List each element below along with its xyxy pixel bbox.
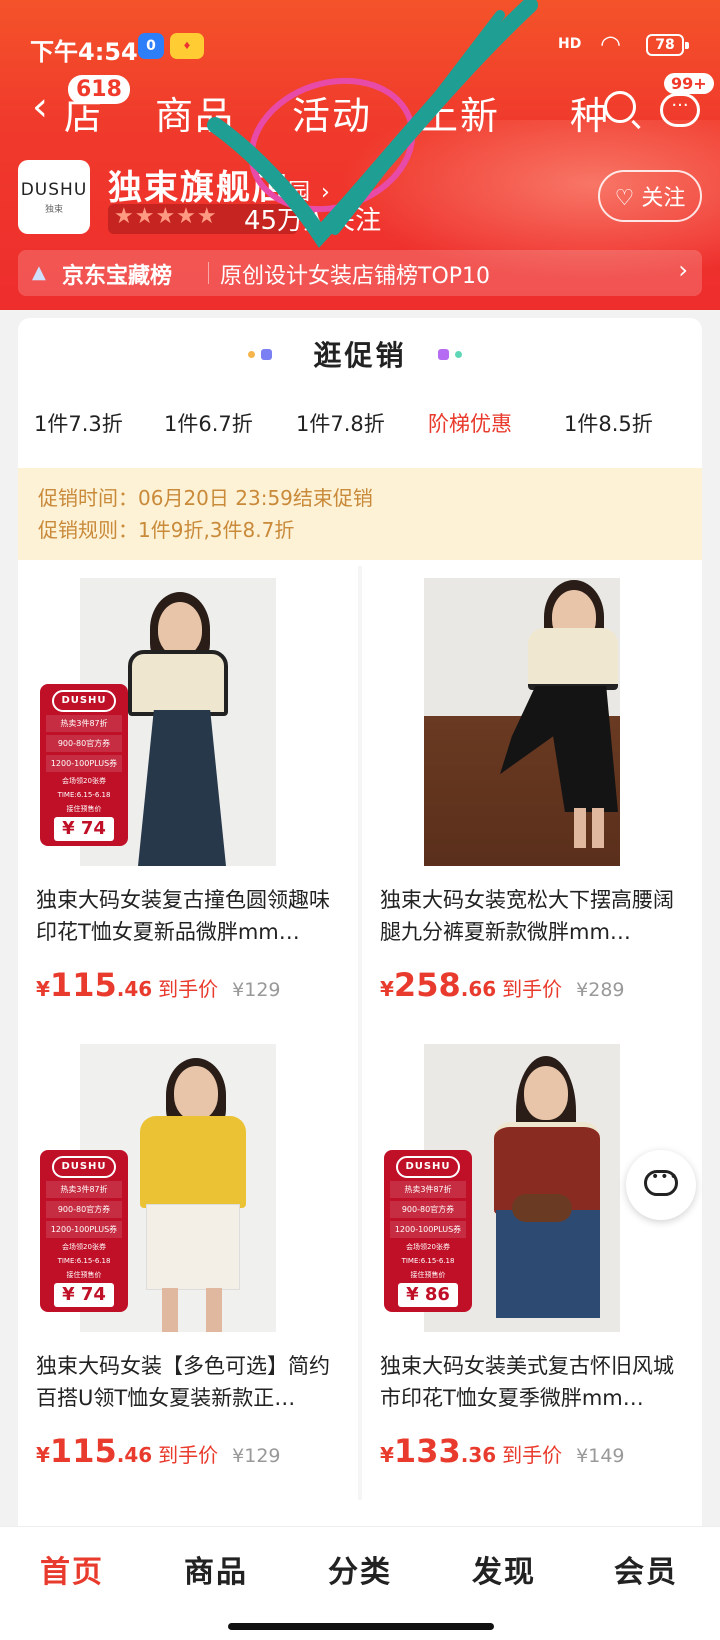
- promo-tag: DUSHU 热卖3件87折 900-80官方券 1200-100PLUS券 会场…: [40, 684, 128, 846]
- home-indicator[interactable]: [228, 1623, 494, 1630]
- discount-tab[interactable]: 1件8.5折: [564, 408, 653, 438]
- cellular-signal-icon: HD: [558, 36, 582, 52]
- discount-tab[interactable]: 1件7.8折: [296, 408, 385, 438]
- promo-info-box: 促销时间：06月20日 23:59结束促销 促销规则：1件9折,3件8.7折: [18, 468, 702, 560]
- ranking-banner[interactable]: ▲ 京东宝藏榜 原创设计女装店铺榜TOP10 ›: [18, 250, 702, 296]
- product-card[interactable]: 独束大码女装宽松大下摆高腰阔腿九分裤夏新款微胖mm… ¥258.66 到手价 ¥28…: [362, 566, 702, 1028]
- shop-header: 下午4:54 0 ♦ HD ◠ 78 ‹ 店 618 商品 活动 上新 种 ··…: [0, 0, 720, 310]
- original-price: ¥129: [232, 1445, 281, 1467]
- status-time: 下午4:54: [30, 38, 138, 66]
- shop-logo-sub: 独束: [44, 204, 63, 215]
- original-price: ¥289: [576, 979, 625, 1001]
- promo-section-title: 逛促销: [313, 339, 407, 372]
- ranking-title: 京东宝藏榜: [62, 264, 173, 289]
- follow-button[interactable]: ♡ 关注: [598, 170, 702, 222]
- notification-app-icon: 0: [138, 33, 164, 59]
- tab-new-arrivals[interactable]: 上新: [420, 85, 500, 140]
- bottom-navigation: 首页 商品 分类 发现 会员: [0, 1526, 720, 1640]
- ranking-divider: [208, 262, 209, 284]
- discount-tab[interactable]: 1件7.3折: [34, 408, 123, 438]
- product-price: ¥115.46 到手价 ¥129: [36, 966, 281, 1004]
- chevron-right-icon: ›: [678, 256, 688, 284]
- product-title[interactable]: 独束大码女装复古撞色圆领趣味印花T恤女夏新品微胖mm…: [36, 884, 344, 948]
- more-menu-icon[interactable]: ···: [660, 93, 700, 127]
- badge-618: 618: [68, 75, 130, 104]
- bottom-tab-home[interactable]: 首页: [40, 1547, 104, 1591]
- product-card[interactable]: DUSHU 热卖3件87折 900-80官方券 1200-100PLUS券 会场…: [362, 1032, 702, 1494]
- customer-service-button[interactable]: [626, 1150, 696, 1220]
- bottom-tab-categories[interactable]: 分类: [328, 1547, 392, 1591]
- promo-tag: DUSHU 热卖3件87折 900-80官方券 1200-100PLUS券 会场…: [384, 1150, 472, 1312]
- tab-products[interactable]: 商品: [155, 85, 235, 140]
- product-card[interactable]: DUSHU 热卖3件87折 900-80官方券 1200-100PLUS券 会场…: [18, 1032, 358, 1494]
- tag-price: ¥ 74: [54, 817, 114, 841]
- back-icon[interactable]: ‹: [32, 87, 48, 127]
- product-price: ¥133.36 到手价 ¥149: [380, 1432, 625, 1470]
- promo-time: 促销时间：06月20日 23:59结束促销: [38, 486, 373, 510]
- original-price: ¥149: [576, 1445, 625, 1467]
- message-count-badge: 99+: [664, 73, 714, 94]
- bottom-tab-discover[interactable]: 发现: [472, 1547, 536, 1591]
- promo-tag: DUSHU 热卖3件87折 900-80官方券 1200-100PLUS券 会场…: [40, 1150, 128, 1312]
- shop-info: DUSHU 独束 独束旗舰店园 › ★★★★★ 45万人关注 ♡ 关注: [0, 160, 720, 240]
- ranking-text: 原创设计女装店铺榜TOP10: [220, 264, 491, 289]
- rating-stars: ★★★★★: [114, 204, 218, 229]
- notification-promo-icon: ♦: [170, 33, 204, 59]
- title-decoration-right: [438, 348, 462, 360]
- ranking-diamond-icon: ▲: [32, 262, 46, 283]
- product-title[interactable]: 独束大码女装美式复古怀旧风城市印花T恤女夏季微胖mm…: [380, 1350, 688, 1414]
- product-price: ¥258.66 到手价 ¥289: [380, 966, 625, 1004]
- discount-tab[interactable]: 1件6.7折: [164, 408, 253, 438]
- promo-rule: 促销规则：1件9折,3件8.7折: [38, 518, 295, 542]
- shop-logo-text: DUSHU: [20, 179, 88, 200]
- follower-count: 45万人关注: [244, 206, 382, 236]
- tag-price: ¥ 86: [398, 1283, 458, 1307]
- shop-logo[interactable]: DUSHU 独束: [18, 160, 90, 234]
- product-image[interactable]: [424, 578, 620, 866]
- chat-bubble-icon: [644, 1169, 679, 1196]
- battery-icon: 78: [646, 34, 689, 56]
- bottom-tab-membership[interactable]: 会员: [614, 1547, 678, 1591]
- tag-price: ¥ 74: [54, 1283, 114, 1307]
- product-price: ¥115.46 到手价 ¥129: [36, 1432, 281, 1470]
- bottom-tab-products[interactable]: 商品: [184, 1547, 248, 1591]
- product-card[interactable]: DUSHU 热卖3件87折 900-80官方券 1200-100PLUS券 会场…: [18, 566, 358, 1028]
- original-price: ¥129: [232, 979, 281, 1001]
- wifi-icon: ◠: [600, 30, 621, 58]
- tab-activity[interactable]: 活动: [292, 85, 372, 140]
- search-icon[interactable]: [604, 91, 636, 123]
- promotion-card: 逛促销 1件7.3折 1件6.7折 1件7.8折 阶梯优惠 1件8.5折 促销时…: [18, 318, 702, 1538]
- discount-tab-active[interactable]: 阶梯优惠: [428, 408, 512, 438]
- product-title[interactable]: 独束大码女装宽松大下摆高腰阔腿九分裤夏新款微胖mm…: [380, 884, 688, 948]
- top-navigation: ‹ 店 618 商品 活动 上新 种 ··· 99+: [0, 73, 720, 145]
- discount-tabs: 1件7.3折 1件6.7折 1件7.8折 阶梯优惠 1件8.5折: [18, 408, 702, 448]
- product-title[interactable]: 独束大码女装【多色可选】简约百搭U领T恤女夏装新款正…: [36, 1350, 344, 1414]
